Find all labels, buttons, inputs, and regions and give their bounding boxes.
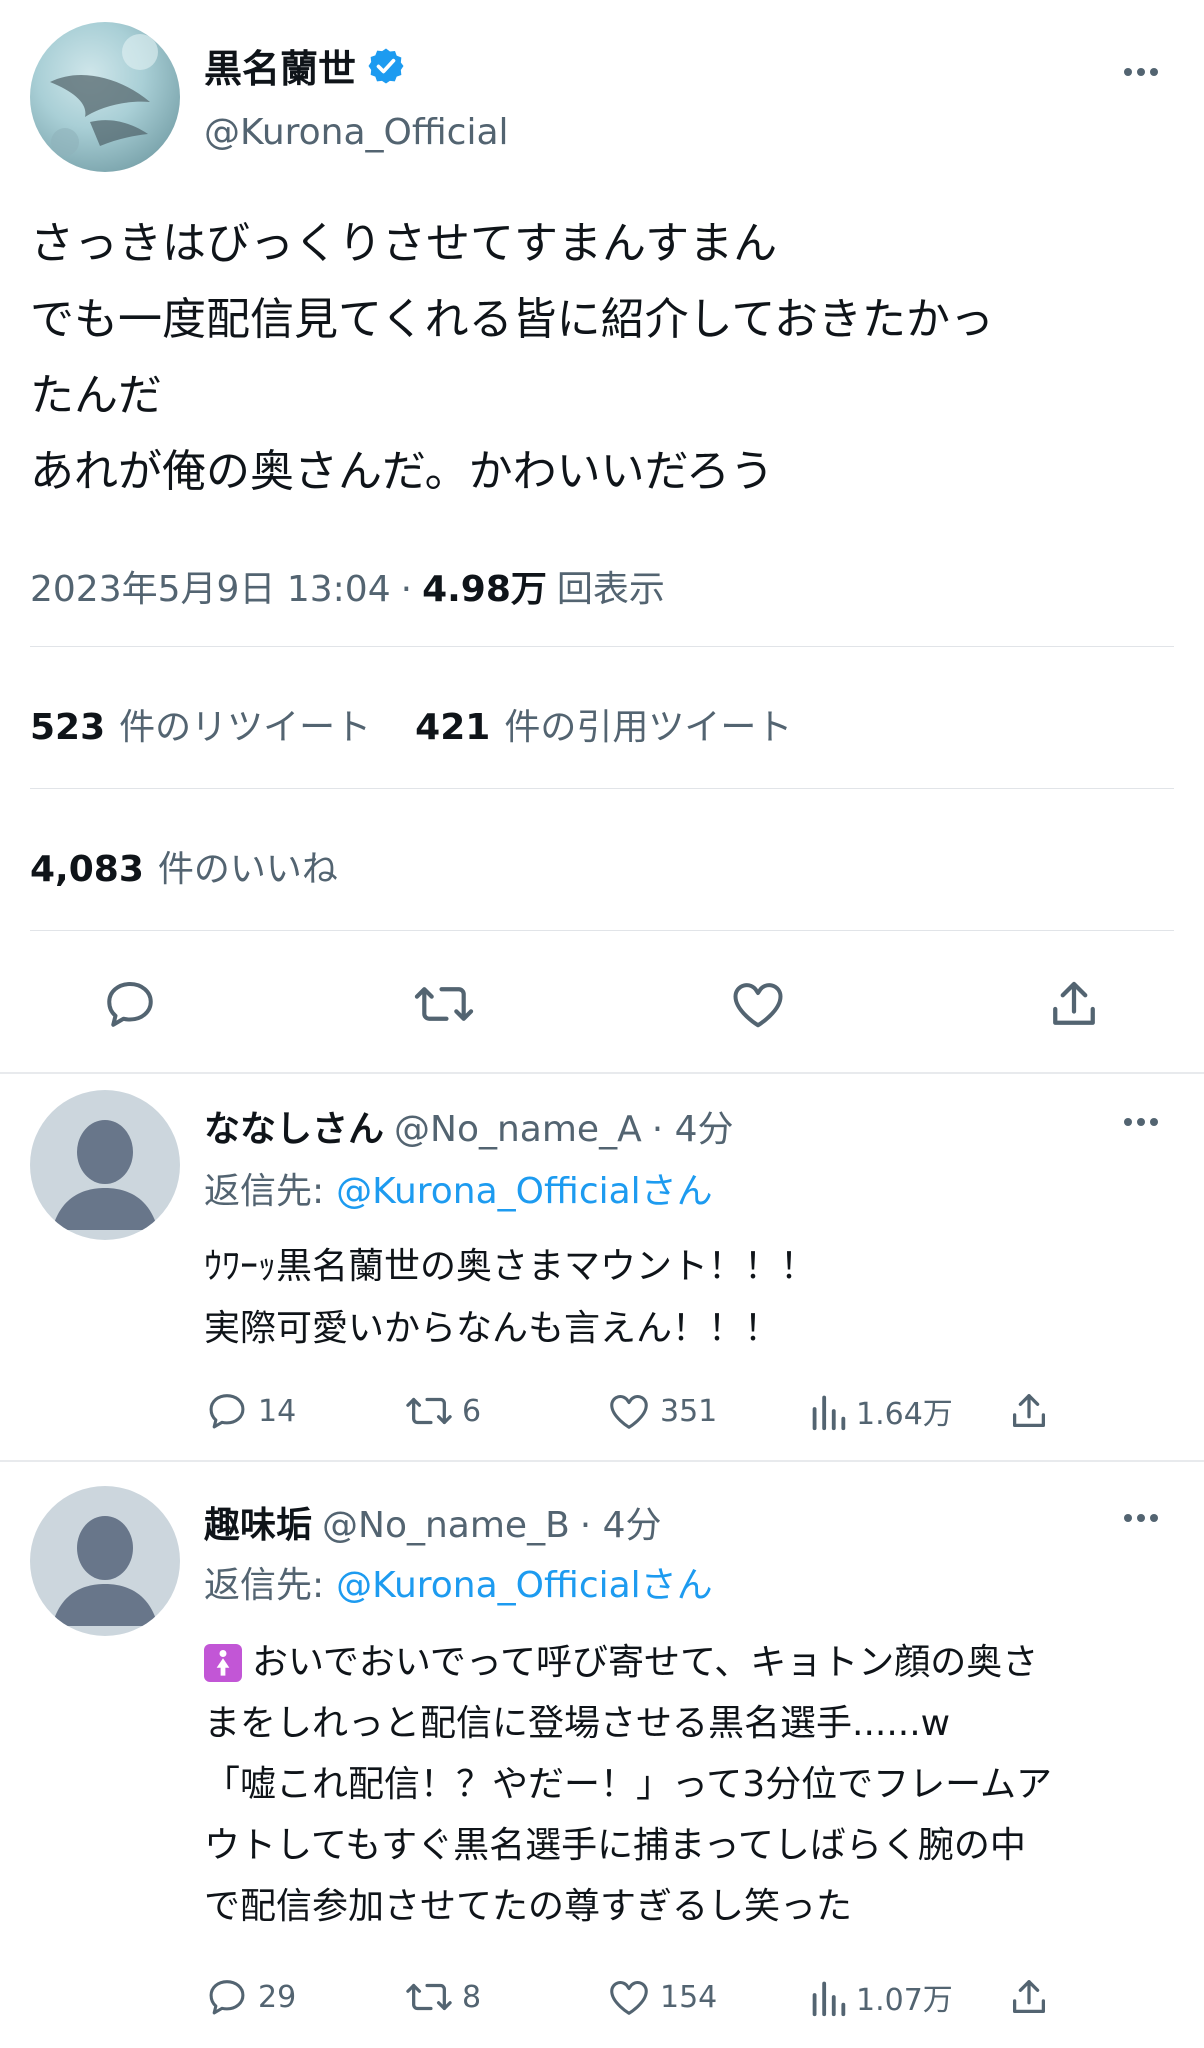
share-button[interactable] (1044, 974, 1104, 1034)
like-button[interactable] (728, 974, 788, 1034)
divider (30, 788, 1174, 789)
quotes-label: 件の引用ツイート (504, 707, 793, 748)
reply-time[interactable]: · 4分 (580, 1496, 662, 1548)
reply-button[interactable]: 14 (204, 1388, 296, 1434)
like-count: 351 (660, 1393, 718, 1429)
heart-outline-icon (610, 1980, 648, 2015)
reply-author-name[interactable]: ななしさん (204, 1100, 384, 1152)
reply-text-line: で配信参加させてたの尊すぎるし笑った (204, 1886, 853, 1927)
retweet-button[interactable] (412, 974, 476, 1034)
upload-arrow-icon (1012, 1394, 1046, 1428)
default-avatar[interactable] (30, 1486, 180, 1636)
upload-arrow-icon (1053, 981, 1095, 1025)
reply-count: 14 (258, 1393, 297, 1429)
reply-author-handle[interactable]: @No_name_A (394, 1109, 642, 1150)
heart-outline-icon (733, 983, 783, 1028)
likes-count: 4,083 (30, 849, 144, 890)
default-person-icon (52, 1516, 158, 1626)
retweets-count: 523 (30, 707, 106, 748)
views-label: 回表示 (556, 569, 665, 610)
default-person-icon (52, 1120, 158, 1230)
retweet-count: 6 (462, 1393, 482, 1429)
retweet-arrows-icon (406, 1983, 452, 2011)
reply-author-name[interactable]: 趣味垢 (204, 1496, 312, 1548)
retweets-label: 件のリツイート (119, 707, 372, 748)
likes-label: 件のいいね (157, 849, 338, 890)
section-divider (0, 1072, 1204, 1074)
more-options-icon[interactable] (1124, 1118, 1158, 1126)
tweet-text: さっきはびっくりさせてすまんすまん でも一度配信見てくれる皆に紹介しておきたかっ… (30, 206, 994, 510)
bar-chart-icon (812, 1981, 846, 2017)
reply-text: ｳﾜｰｯ黒名蘭世の奥さまマウント！！！ 実際可愛いからなんも言えん！！！ (204, 1236, 816, 1360)
views-button[interactable]: 1.07万 (808, 1974, 953, 2020)
reply-to-mention[interactable]: @Kurona_Officialさん (336, 1162, 713, 1214)
like-count: 154 (660, 1979, 718, 2015)
tweet-text-line: あれが俺の奥さんだ。かわいいだろう (30, 446, 775, 497)
reply-text-line: ｳﾜｰｯ黒名蘭世の奥さまマウント！！！ (204, 1246, 817, 1287)
reply-text-line: まをしれっと配信に登場させる黒名選手......w (204, 1703, 951, 1744)
upload-arrow-icon (1012, 1980, 1046, 2014)
views-count: 1.07万 (856, 1983, 953, 2018)
more-options-icon[interactable] (1124, 1514, 1158, 1522)
author-handle[interactable]: @Kurona_Official (204, 112, 509, 153)
likes-stat[interactable]: 4,083 件のいいね (30, 840, 338, 892)
bar-chart-icon (812, 1395, 846, 1431)
retweet-arrows-icon (414, 987, 474, 1021)
speech-bubble-icon (107, 982, 153, 1027)
heart-outline-icon (610, 1394, 648, 1429)
womens-symbol-icon (204, 1643, 242, 1682)
reply-button[interactable] (100, 974, 160, 1034)
section-divider (0, 1460, 1204, 1462)
retweet-button[interactable]: 6 (404, 1388, 481, 1434)
like-button[interactable]: 351 (606, 1388, 717, 1434)
retweet-button[interactable]: 8 (404, 1974, 481, 2020)
author-avatar[interactable] (30, 22, 180, 172)
share-button[interactable] (1006, 1388, 1052, 1434)
retweets-stat[interactable]: 523 件のリツイート (30, 698, 371, 750)
tweet-meta: 2023年5月9日 13:04 · 4.98万 回表示 (30, 560, 665, 612)
reply-text-line: おいでおいでって呼び寄せて、キョトン顔の奥さ (252, 1642, 1039, 1683)
reply-count: 29 (258, 1979, 297, 2015)
reply-author-handle[interactable]: @No_name_B (322, 1505, 570, 1546)
quotes-stat[interactable]: 421 件の引用ツイート (415, 698, 792, 750)
more-options-icon[interactable] (1124, 68, 1158, 76)
timestamp[interactable]: 2023年5月9日 13:04 (30, 560, 391, 612)
share-button[interactable] (1006, 1974, 1052, 2020)
reply-time[interactable]: · 4分 (652, 1100, 734, 1152)
default-avatar[interactable] (30, 1090, 180, 1240)
speech-bubble-icon (209, 1394, 245, 1429)
quotes-count: 421 (415, 707, 491, 748)
reply-text: おいでおいでって呼び寄せて、キョトン顔の奥さ まをしれっと配信に登場させる黒名選… (204, 1632, 1052, 1937)
views-count: 1.64万 (856, 1397, 953, 1432)
like-button[interactable]: 154 (606, 1974, 717, 2020)
retweet-count: 8 (462, 1979, 482, 2015)
engagement-stats: 523 件のリツイート 421 件の引用ツイート (30, 698, 792, 750)
reply-to-mention[interactable]: @Kurona_Officialさん (336, 1556, 713, 1608)
reply-text-line: 実際可愛いからなんも言えん！！！ (204, 1308, 781, 1349)
divider (30, 930, 1174, 931)
tweet-text-line: たんだ (30, 370, 162, 421)
meta-separator: · (400, 569, 413, 610)
divider (30, 646, 1174, 647)
reply-text-line: 「嘘これ配信！？やだー！」って3分位でフレームア (204, 1764, 1053, 1805)
reply-text-line: ウトしてもすぐ黒名選手に捕まってしばらく腕の中 (204, 1825, 1026, 1866)
author-name[interactable]: 黒名蘭世 (204, 38, 356, 93)
reply-to-label: 返信先: (204, 1565, 325, 1606)
reply-to-label: 返信先: (204, 1171, 325, 1212)
retweet-arrows-icon (406, 1397, 452, 1425)
views-count: 4.98万 (422, 569, 547, 610)
shark-photo-icon (50, 34, 158, 156)
verified-badge-icon (366, 46, 406, 86)
speech-bubble-icon (209, 1980, 245, 2015)
views-button[interactable]: 1.64万 (808, 1388, 953, 1434)
tweet-text-line: でも一度配信見てくれる皆に紹介しておきたかっ (30, 294, 995, 345)
reply-button[interactable]: 29 (204, 1974, 296, 2020)
tweet-text-line: さっきはびっくりさせてすまんすまん (30, 218, 778, 269)
